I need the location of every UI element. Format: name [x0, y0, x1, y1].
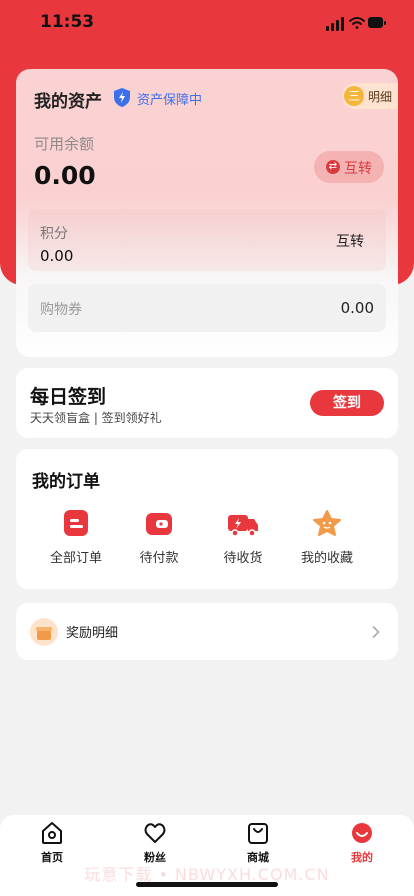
wifi-icon [349, 17, 365, 29]
transfer-icon: ⇄ [326, 160, 340, 174]
signin-subtitle: 天天领盲盒 | 签到领好礼 [30, 411, 162, 425]
detail-button[interactable]: 三 明细 [342, 83, 398, 109]
voucher-panel: 购物券 0.00 [28, 284, 386, 332]
shield-icon [114, 88, 130, 107]
status-bar: 11:53 [0, 0, 414, 48]
reward-detail-row[interactable]: 奖励明细 [16, 603, 398, 660]
home-icon [42, 822, 62, 844]
battery-icon [368, 17, 386, 28]
transfer-button[interactable]: ⇄ 互转 [314, 151, 384, 183]
points-transfer-button[interactable]: 互转 [336, 231, 364, 251]
orders-title: 我的订单 [32, 472, 100, 492]
assets-card: 我的资产 资产保障中 三 明细 可用余额 0.00 ⇄ 互转 积分 0.00 互… [16, 69, 398, 357]
order-label-pending-payment: 待付款 [139, 551, 179, 566]
signal-icon [326, 17, 344, 31]
transfer-label: 互转 [344, 161, 372, 177]
shopping-bag-icon [248, 823, 268, 844]
status-icons [326, 17, 386, 31]
order-item-pending-delivery[interactable]: 待收货 [203, 509, 283, 569]
home-indicator [136, 882, 278, 887]
gift-icon [30, 618, 58, 646]
order-label-pending-delivery: 待收货 [223, 551, 263, 566]
status-time: 11:53 [40, 12, 95, 32]
voucher-label: 购物券 [40, 302, 82, 318]
points-panel: 积分 0.00 互转 [28, 209, 386, 271]
order-item-all[interactable]: 全部订单 [36, 509, 116, 569]
daily-signin-card: 每日签到 天天领盲盒 | 签到领好礼 签到 [16, 368, 398, 438]
coin-icon: 三 [344, 86, 364, 106]
points-value: 0.00 [40, 247, 74, 265]
signin-title: 每日签到 [30, 386, 107, 408]
signin-button[interactable]: 签到 [310, 390, 384, 416]
truck-icon [228, 515, 258, 537]
order-item-pending-payment[interactable]: 待付款 [119, 509, 199, 569]
points-label: 积分 [40, 226, 68, 242]
heart-icon [144, 823, 166, 843]
chevron-right-icon [372, 626, 380, 638]
order-label-favorites: 我的收藏 [300, 551, 353, 566]
order-label-all: 全部订单 [49, 551, 102, 566]
all-orders-icon [64, 510, 88, 536]
orders-card: 我的订单 全部订单 待付款 待收货 我的收藏 [16, 449, 398, 589]
assets-title: 我的资产 [34, 92, 102, 112]
star-icon [313, 510, 341, 536]
profile-icon [352, 823, 372, 843]
order-item-favorites[interactable]: 我的收藏 [287, 509, 367, 569]
reward-label: 奖励明细 [66, 626, 119, 641]
voucher-value: 0.00 [340, 299, 374, 317]
detail-label: 明细 [368, 90, 393, 104]
protection-status: 资产保障中 [137, 93, 203, 108]
wallet-icon [146, 513, 172, 535]
balance-label: 可用余额 [34, 135, 95, 153]
balance-value: 0.00 [34, 161, 96, 190]
